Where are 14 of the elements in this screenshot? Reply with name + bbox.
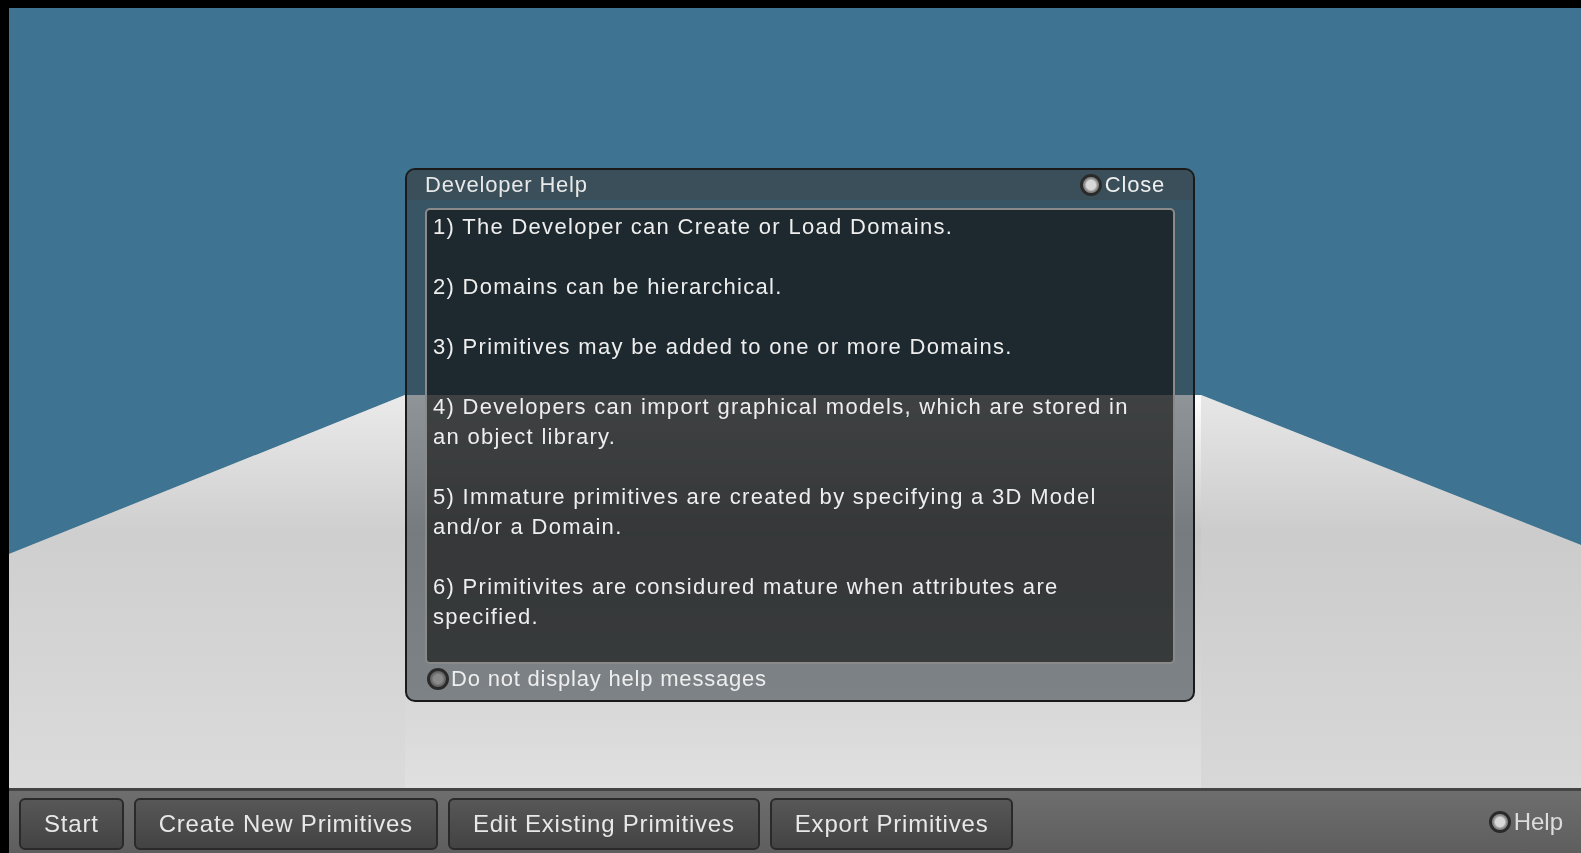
toolbar-button[interactable]: Export Primitives [769,798,1014,850]
toolbar-button[interactable]: Edit Existing Primitives [447,798,760,850]
help-message: 6) Primitivites are considured mature when attributes are specified. [433,573,1060,631]
help-button[interactable]: Help [1488,808,1563,836]
toolbar-button[interactable]: Create New Primitives [133,798,438,850]
help-icon [1488,811,1511,833]
toolbar-button[interactable]: Start [19,798,124,850]
help-message: 2) Domains can be hierarchical. [433,273,784,301]
dialog-title: Developer Help [425,172,589,198]
help-message: 4) Developers can import graphical models, which are stored in an object library. [433,393,1130,451]
help-message: 3) Primitives may be added to one or more Domains. [433,333,1014,361]
help-message: 5) Immature primitives are created by specifying a 3D Model and/or a Domain. [433,483,1098,541]
help-message: 1) The Developer can Create or Load Domains. [433,213,955,241]
close-button[interactable]: Close [1079,172,1165,198]
